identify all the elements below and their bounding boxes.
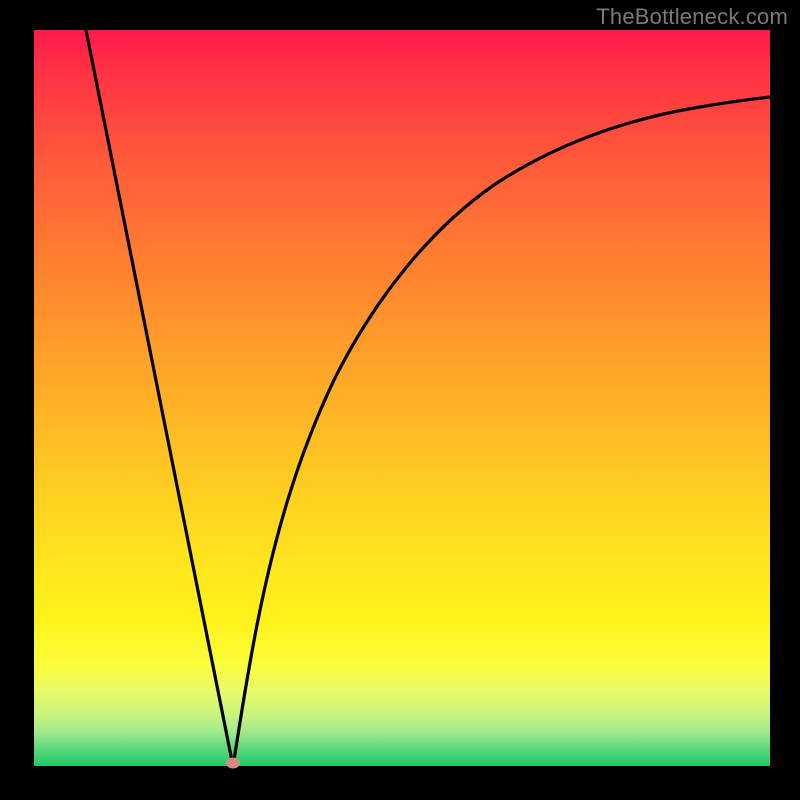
bottleneck-curve [34,30,770,766]
curve-right-ascent [233,97,770,766]
chart-frame: TheBottleneck.com [0,0,800,800]
curve-left-descent [86,30,233,766]
optimal-point-marker [226,758,240,769]
plot-area [34,30,770,766]
watermark-text: TheBottleneck.com [596,4,788,30]
